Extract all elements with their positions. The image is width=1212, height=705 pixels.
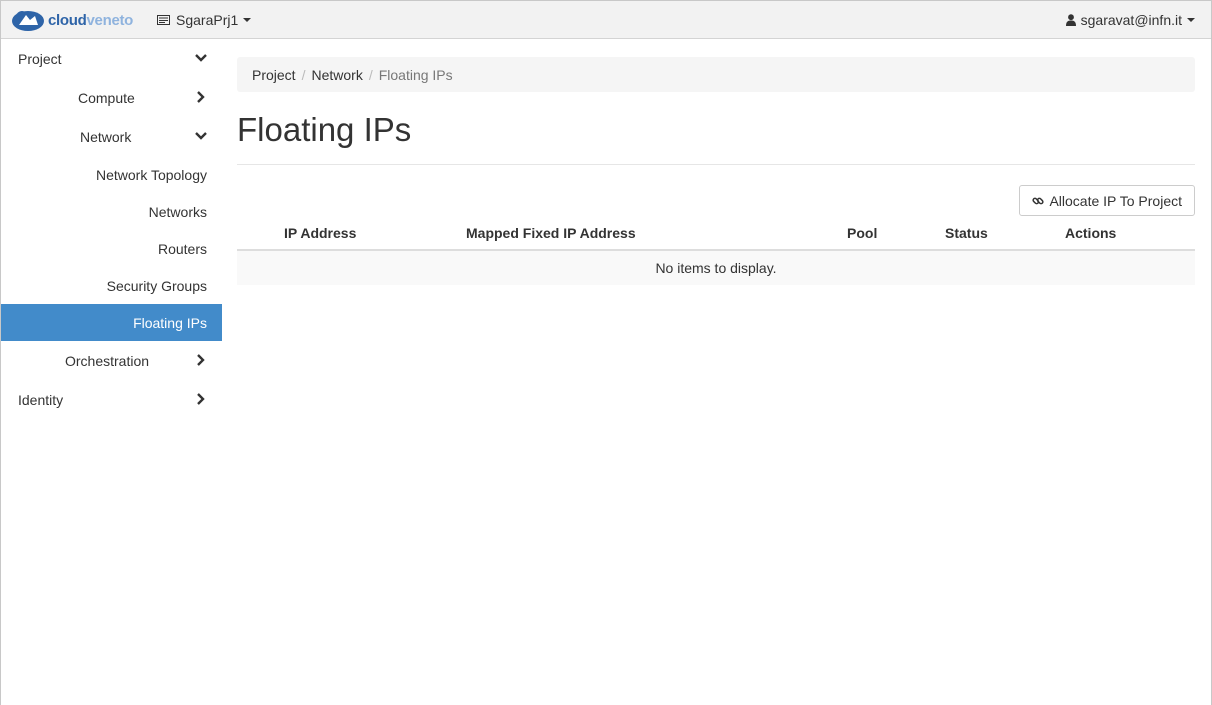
user-icon: [1065, 14, 1076, 26]
column-header-status[interactable]: Status: [945, 225, 988, 241]
sidebar-item-floating-ips[interactable]: Floating IPs: [1, 304, 222, 341]
breadcrumb-current: Floating IPs: [378, 66, 453, 83]
sidebar-item-label: Networks: [148, 203, 207, 220]
breadcrumb-project[interactable]: Project: [252, 67, 296, 83]
brand-text: cloudveneto: [48, 12, 133, 29]
project-switcher-label: SgaraPrj1: [176, 12, 239, 28]
sidebar-item-orchestration[interactable]: Orchestration: [1, 341, 222, 380]
sidebar-item-label: Identity: [18, 391, 64, 408]
column-header-mapped-fixed-ip[interactable]: Mapped Fixed IP Address: [466, 225, 636, 241]
breadcrumb: Project / Network / Floating IPs: [237, 57, 1195, 92]
sidebar-item-label: Floating IPs: [133, 314, 207, 331]
chevron-right-icon: [197, 354, 205, 366]
allocate-ip-button-label: Allocate IP To Project: [1049, 192, 1182, 209]
sidebar-item-label: Network: [80, 128, 132, 145]
sidebar-item-networks[interactable]: Networks: [1, 193, 222, 230]
top-navbar: cloudveneto SgaraPrj1 sgaravat@infn.it: [1, 1, 1211, 39]
sidebar: Project Compute Network Network Topology…: [1, 39, 222, 419]
table-empty-row: No items to display.: [237, 251, 1195, 285]
brand-text-veneto: veneto: [86, 11, 134, 29]
project-switcher[interactable]: SgaraPrj1: [157, 12, 252, 28]
chevron-right-icon: [197, 91, 205, 103]
allocate-ip-button[interactable]: Allocate IP To Project: [1019, 185, 1195, 216]
caret-down-icon: [243, 18, 252, 22]
sidebar-item-label: Network Topology: [95, 166, 207, 183]
page-title: Floating IPs: [237, 111, 412, 148]
id-card-icon: [157, 15, 170, 25]
brand-text-cloud: cloud: [48, 11, 87, 29]
table-toolbar: Allocate IP To Project: [237, 165, 1195, 216]
sidebar-item-compute[interactable]: Compute: [1, 78, 222, 117]
chevron-right-icon: [197, 393, 205, 405]
sidebar-item-label: Routers: [157, 240, 207, 257]
sidebar-item-network-topology[interactable]: Network Topology: [1, 156, 222, 193]
breadcrumb-network[interactable]: Network: [311, 67, 362, 83]
column-header-actions: Actions: [1065, 225, 1117, 241]
chevron-down-icon: [195, 54, 207, 62]
breadcrumb-separator: /: [301, 66, 306, 83]
sidebar-item-network[interactable]: Network: [1, 117, 222, 156]
sidebar-item-routers[interactable]: Routers: [1, 230, 222, 267]
floating-ips-table: IP Address Mapped Fixed IP Address Pool …: [237, 215, 1195, 285]
sidebar-item-label: Project: [18, 50, 62, 67]
link-icon: [1032, 197, 1045, 204]
main-content: Project / Network / Floating IPs Floatin…: [237, 57, 1195, 285]
sidebar-item-label: Compute: [78, 89, 135, 106]
table-header: IP Address Mapped Fixed IP Address Pool …: [237, 215, 1195, 251]
caret-down-icon: [1187, 18, 1195, 22]
sidebar-item-identity[interactable]: Identity: [1, 380, 222, 419]
sidebar-item-project[interactable]: Project: [1, 39, 222, 78]
user-menu-label: sgaravat@infn.it: [1080, 12, 1182, 28]
sidebar-item-security-groups[interactable]: Security Groups: [1, 267, 222, 304]
cloudveneto-logo-icon: [12, 11, 44, 31]
user-menu[interactable]: sgaravat@infn.it: [1065, 12, 1195, 28]
chevron-down-icon: [195, 132, 207, 140]
column-header-pool[interactable]: Pool: [847, 225, 877, 241]
empty-message: No items to display.: [655, 260, 777, 276]
breadcrumb-separator: /: [368, 66, 373, 83]
sidebar-item-label: Security Groups: [106, 277, 207, 294]
column-header-ip-address[interactable]: IP Address: [284, 225, 356, 241]
brand-logo[interactable]: cloudveneto: [11, 7, 133, 33]
sidebar-item-label: Orchestration: [65, 352, 150, 369]
